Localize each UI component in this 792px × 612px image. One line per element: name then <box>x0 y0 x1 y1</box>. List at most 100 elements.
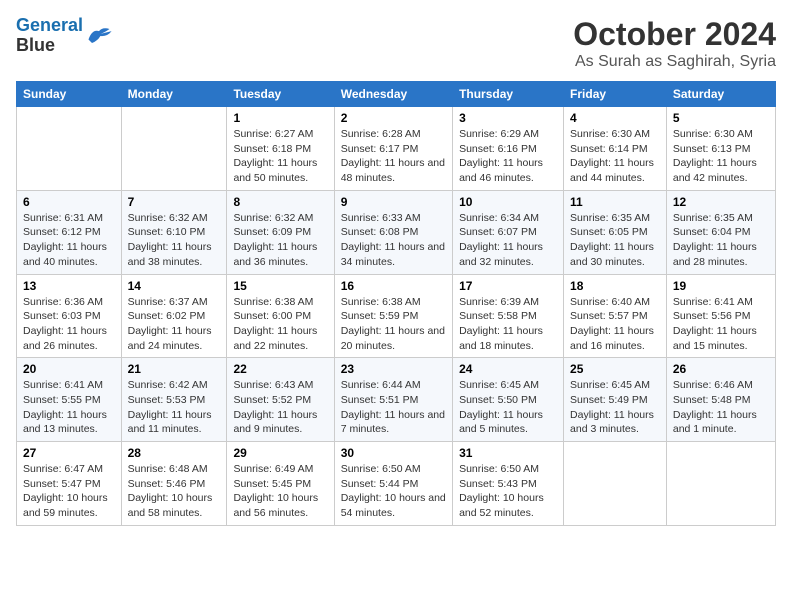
day-info: Sunrise: 6:45 AMSunset: 5:50 PMDaylight:… <box>459 378 557 437</box>
weekday-header-friday: Friday <box>564 82 667 107</box>
day-info: Sunrise: 6:30 AMSunset: 6:14 PMDaylight:… <box>570 127 660 186</box>
day-info: Sunrise: 6:47 AMSunset: 5:47 PMDaylight:… <box>23 462 115 521</box>
day-info: Sunrise: 6:29 AMSunset: 6:16 PMDaylight:… <box>459 127 557 186</box>
calendar-cell: 2Sunrise: 6:28 AMSunset: 6:17 PMDaylight… <box>334 107 452 191</box>
calendar-cell <box>121 107 227 191</box>
day-info: Sunrise: 6:27 AMSunset: 6:18 PMDaylight:… <box>233 127 327 186</box>
calendar-cell: 21 Sunrise: 6:42 AMSunset: 5:53 PMDayligh… <box>121 358 227 442</box>
calendar-cell: 14 Sunrise: 6:37 AMSunset: 6:02 PMDayligh… <box>121 274 227 358</box>
header: GeneralBlue October 2024 As Surah as Sag… <box>16 16 776 71</box>
calendar-cell: 13Sunrise: 6:36 AMSunset: 6:03 PMDayligh… <box>17 274 122 358</box>
weekday-header-tuesday: Tuesday <box>227 82 334 107</box>
calendar-cell: 15 Sunrise: 6:38 AMSunset: 6:00 PMDayligh… <box>227 274 334 358</box>
calendar-cell: 24 Sunrise: 6:45 AMSunset: 5:50 PMDayligh… <box>453 358 564 442</box>
day-number: 20 <box>23 362 115 376</box>
day-info: Sunrise: 6:30 AMSunset: 6:13 PMDaylight:… <box>673 127 769 186</box>
calendar-cell: 27Sunrise: 6:47 AMSunset: 5:47 PMDayligh… <box>17 442 122 526</box>
day-info: Sunrise: 6:32 AMSunset: 6:09 PMDaylight:… <box>233 211 327 270</box>
calendar-cell: 18 Sunrise: 6:40 AMSunset: 5:57 PMDayligh… <box>564 274 667 358</box>
day-info: Sunrise: 6:32 AMSunset: 6:10 PMDaylight:… <box>128 211 221 270</box>
day-info: Sunrise: 6:50 AMSunset: 5:43 PMDaylight:… <box>459 462 557 521</box>
day-number: 31 <box>459 446 557 460</box>
calendar-week-row: 1 Sunrise: 6:27 AMSunset: 6:18 PMDaylight… <box>17 107 776 191</box>
day-number: 18 <box>570 279 660 293</box>
calendar-cell: 3Sunrise: 6:29 AMSunset: 6:16 PMDaylight… <box>453 107 564 191</box>
calendar-cell: 25 Sunrise: 6:45 AMSunset: 5:49 PMDayligh… <box>564 358 667 442</box>
day-number: 30 <box>341 446 446 460</box>
day-info: Sunrise: 6:41 AMSunset: 5:56 PMDaylight:… <box>673 295 769 354</box>
day-info: Sunrise: 6:31 AMSunset: 6:12 PMDaylight:… <box>23 211 115 270</box>
day-number: 22 <box>233 362 327 376</box>
day-info: Sunrise: 6:49 AMSunset: 5:45 PMDaylight:… <box>233 462 327 521</box>
calendar-cell: 30 Sunrise: 6:50 AMSunset: 5:44 PMDayligh… <box>334 442 452 526</box>
calendar-cell: 26Sunrise: 6:46 AMSunset: 5:48 PMDayligh… <box>666 358 775 442</box>
day-info: Sunrise: 6:38 AMSunset: 5:59 PMDaylight:… <box>341 295 446 354</box>
day-number: 7 <box>128 195 221 209</box>
weekday-header-monday: Monday <box>121 82 227 107</box>
calendar-cell: 8 Sunrise: 6:32 AMSunset: 6:09 PMDaylight… <box>227 190 334 274</box>
calendar-cell: 12Sunrise: 6:35 AMSunset: 6:04 PMDayligh… <box>666 190 775 274</box>
day-number: 10 <box>459 195 557 209</box>
day-number: 11 <box>570 195 660 209</box>
weekday-header-wednesday: Wednesday <box>334 82 452 107</box>
day-info: Sunrise: 6:40 AMSunset: 5:57 PMDaylight:… <box>570 295 660 354</box>
calendar-cell: 1 Sunrise: 6:27 AMSunset: 6:18 PMDaylight… <box>227 107 334 191</box>
day-info: Sunrise: 6:37 AMSunset: 6:02 PMDaylight:… <box>128 295 221 354</box>
day-info: Sunrise: 6:43 AMSunset: 5:52 PMDaylight:… <box>233 378 327 437</box>
day-number: 8 <box>233 195 327 209</box>
day-number: 4 <box>570 111 660 125</box>
day-number: 25 <box>570 362 660 376</box>
logo-text: GeneralBlue <box>16 16 83 56</box>
day-info: Sunrise: 6:36 AMSunset: 6:03 PMDaylight:… <box>23 295 115 354</box>
calendar-cell: 11 Sunrise: 6:35 AMSunset: 6:05 PMDayligh… <box>564 190 667 274</box>
day-info: Sunrise: 6:39 AMSunset: 5:58 PMDaylight:… <box>459 295 557 354</box>
day-number: 15 <box>233 279 327 293</box>
calendar-cell: 5 Sunrise: 6:30 AMSunset: 6:13 PMDaylight… <box>666 107 775 191</box>
calendar-cell <box>17 107 122 191</box>
weekday-header-saturday: Saturday <box>666 82 775 107</box>
day-info: Sunrise: 6:28 AMSunset: 6:17 PMDaylight:… <box>341 127 446 186</box>
day-number: 14 <box>128 279 221 293</box>
calendar-cell: 29 Sunrise: 6:49 AMSunset: 5:45 PMDayligh… <box>227 442 334 526</box>
weekday-header-thursday: Thursday <box>453 82 564 107</box>
day-number: 23 <box>341 362 446 376</box>
day-number: 1 <box>233 111 327 125</box>
day-number: 9 <box>341 195 446 209</box>
calendar-cell: 20 Sunrise: 6:41 AMSunset: 5:55 PMDayligh… <box>17 358 122 442</box>
day-info: Sunrise: 6:38 AMSunset: 6:00 PMDaylight:… <box>233 295 327 354</box>
month-title: October 2024 <box>573 16 776 53</box>
day-info: Sunrise: 6:35 AMSunset: 6:04 PMDaylight:… <box>673 211 769 270</box>
logo-bird-icon <box>85 25 113 47</box>
weekday-header-sunday: Sunday <box>17 82 122 107</box>
day-number: 16 <box>341 279 446 293</box>
calendar-cell <box>666 442 775 526</box>
calendar-cell: 17 Sunrise: 6:39 AMSunset: 5:58 PMDayligh… <box>453 274 564 358</box>
day-info: Sunrise: 6:42 AMSunset: 5:53 PMDaylight:… <box>128 378 221 437</box>
calendar-cell: 19Sunrise: 6:41 AMSunset: 5:56 PMDayligh… <box>666 274 775 358</box>
day-info: Sunrise: 6:41 AMSunset: 5:55 PMDaylight:… <box>23 378 115 437</box>
day-number: 5 <box>673 111 769 125</box>
calendar-cell: 23 Sunrise: 6:44 AMSunset: 5:51 PMDayligh… <box>334 358 452 442</box>
calendar-cell: 6 Sunrise: 6:31 AMSunset: 6:12 PMDaylight… <box>17 190 122 274</box>
day-info: Sunrise: 6:48 AMSunset: 5:46 PMDaylight:… <box>128 462 221 521</box>
day-info: Sunrise: 6:45 AMSunset: 5:49 PMDaylight:… <box>570 378 660 437</box>
day-info: Sunrise: 6:50 AMSunset: 5:44 PMDaylight:… <box>341 462 446 521</box>
calendar-cell: 22 Sunrise: 6:43 AMSunset: 5:52 PMDayligh… <box>227 358 334 442</box>
calendar-cell: 7 Sunrise: 6:32 AMSunset: 6:10 PMDaylight… <box>121 190 227 274</box>
day-info: Sunrise: 6:44 AMSunset: 5:51 PMDaylight:… <box>341 378 446 437</box>
day-info: Sunrise: 6:35 AMSunset: 6:05 PMDaylight:… <box>570 211 660 270</box>
day-number: 24 <box>459 362 557 376</box>
day-number: 17 <box>459 279 557 293</box>
day-number: 6 <box>23 195 115 209</box>
calendar-week-row: 27Sunrise: 6:47 AMSunset: 5:47 PMDayligh… <box>17 442 776 526</box>
day-number: 21 <box>128 362 221 376</box>
calendar-cell <box>564 442 667 526</box>
calendar-cell: 28 Sunrise: 6:48 AMSunset: 5:46 PMDayligh… <box>121 442 227 526</box>
calendar-week-row: 6 Sunrise: 6:31 AMSunset: 6:12 PMDaylight… <box>17 190 776 274</box>
calendar-week-row: 20 Sunrise: 6:41 AMSunset: 5:55 PMDayligh… <box>17 358 776 442</box>
calendar-cell: 31 Sunrise: 6:50 AMSunset: 5:43 PMDayligh… <box>453 442 564 526</box>
day-info: Sunrise: 6:33 AMSunset: 6:08 PMDaylight:… <box>341 211 446 270</box>
day-number: 29 <box>233 446 327 460</box>
day-info: Sunrise: 6:34 AMSunset: 6:07 PMDaylight:… <box>459 211 557 270</box>
day-number: 28 <box>128 446 221 460</box>
